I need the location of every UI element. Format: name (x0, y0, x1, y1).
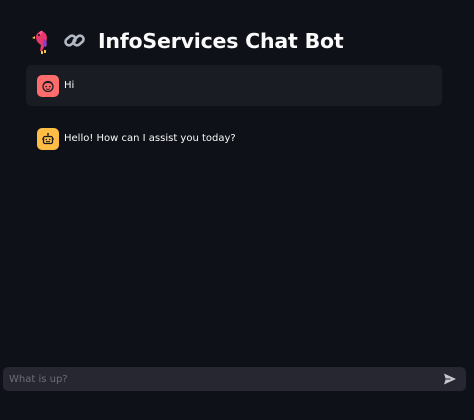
user-face-icon (42, 80, 54, 92)
user-avatar (37, 74, 59, 97)
page-title: InfoServices Chat Bot (30, 26, 344, 56)
send-button[interactable] (441, 370, 459, 388)
chat-message-user: Hi (26, 65, 442, 106)
assistant-avatar (37, 127, 59, 150)
robot-icon (42, 132, 54, 144)
chat-input-container (3, 367, 466, 391)
parrot-icon (32, 30, 47, 54)
user-message-text: Hi (64, 80, 75, 91)
chat-input[interactable] (3, 367, 441, 391)
page-title-text: InfoServices Chat Bot (98, 29, 344, 53)
chat-app: InfoServices Chat Bot Hi Hello! How can … (0, 0, 474, 420)
assistant-message-text: Hello! How can I assist you today? (64, 133, 236, 144)
send-icon (444, 373, 456, 385)
link-icon (64, 34, 85, 47)
chat-message-assistant: Hello! How can I assist you today? (26, 118, 442, 159)
